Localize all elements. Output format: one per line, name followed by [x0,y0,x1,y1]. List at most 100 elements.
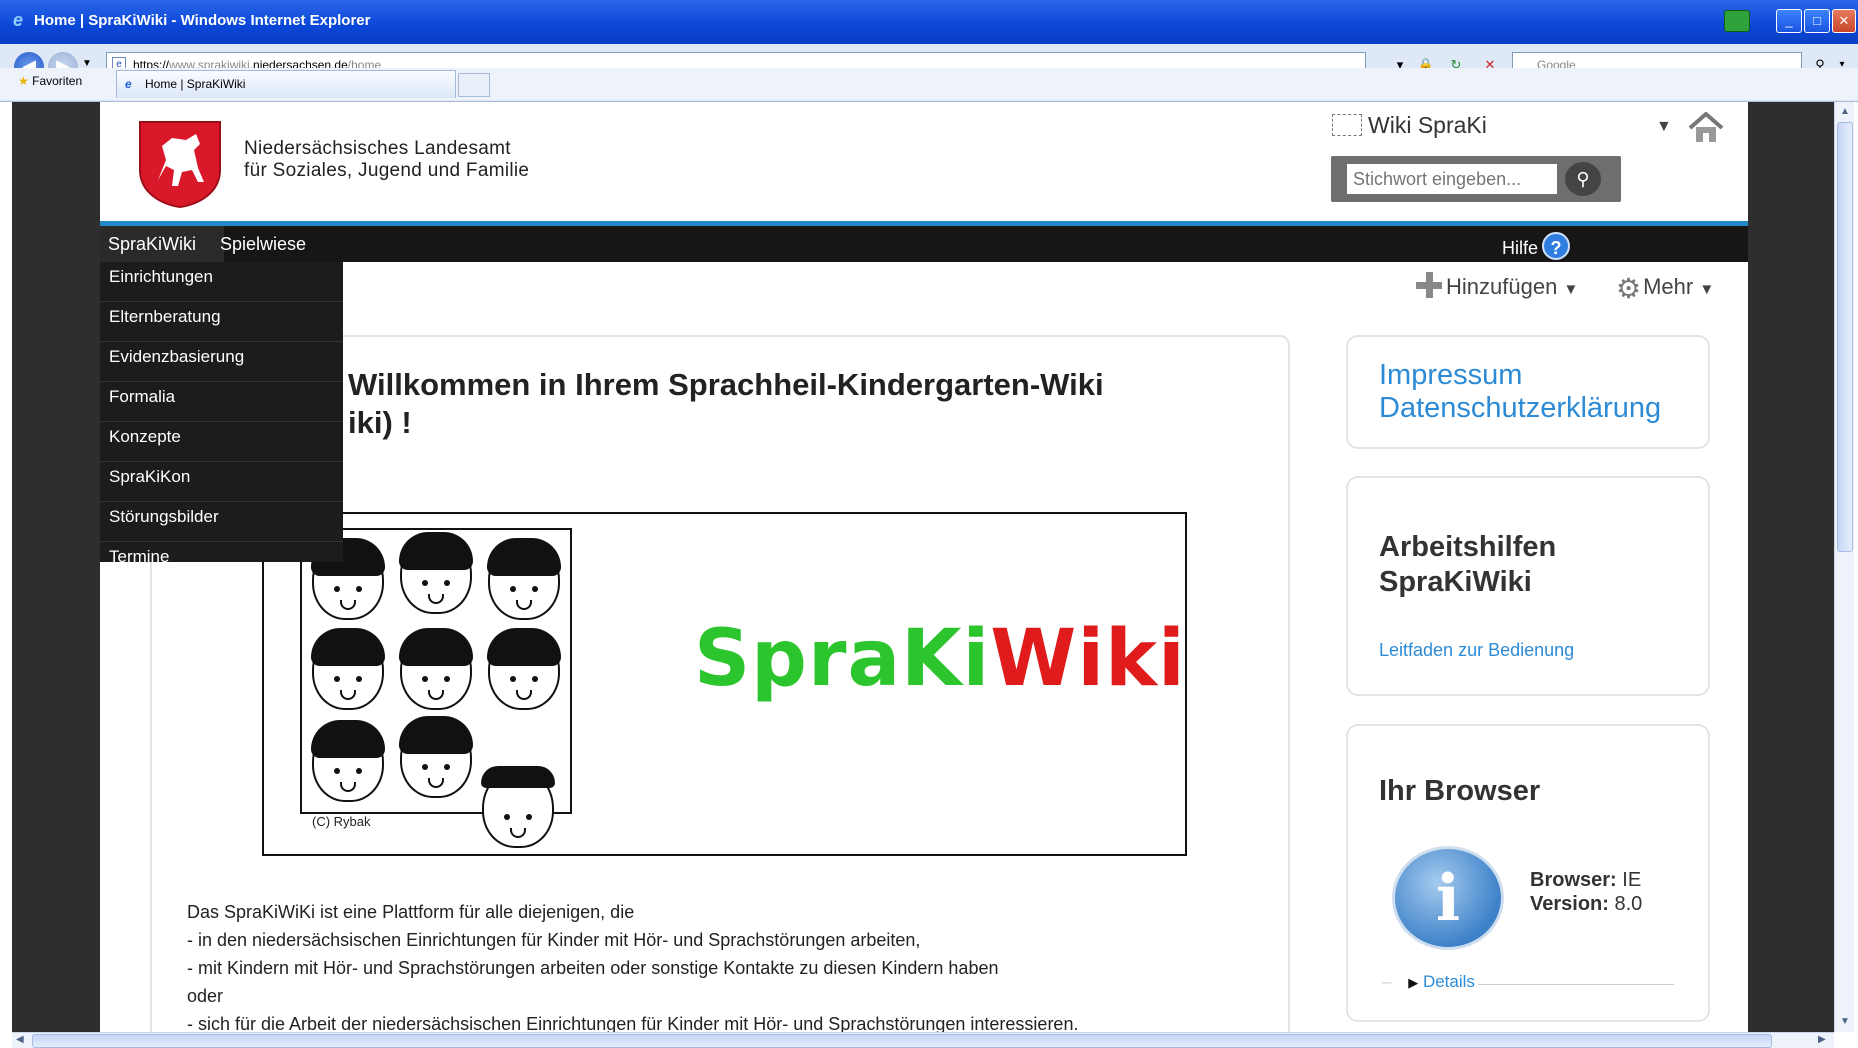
keyword-search-input[interactable] [1347,164,1557,194]
status-icon[interactable] [1724,10,1750,32]
new-tab-button[interactable] [458,73,490,97]
leitfaden-link[interactable]: Leitfaden zur Bedienung [1379,640,1708,661]
submenu-item-stoerungsbilder[interactable]: Störungsbilder [100,502,343,542]
wiki-icon [1332,114,1362,136]
submenu-item-sprakikon[interactable]: SpraKiKon [100,462,343,502]
menu-item-spielwiese[interactable]: Spielwiese [220,234,306,255]
maximize-button[interactable]: □ [1804,9,1830,33]
tab-home[interactable]: e Home | SpraKiWiki [116,70,456,98]
minimize-button[interactable]: _ [1776,9,1802,33]
help-icon: ? [1542,232,1571,260]
child-face [399,532,473,614]
details-line-left: – [1382,972,1392,991]
organization-name: Niedersächsisches Landesamt für Soziales… [244,138,529,182]
close-button[interactable]: ✕ [1832,9,1856,33]
org-line-1: Niedersächsisches Landesamt [244,138,511,159]
triangle-right-icon: ▶ [1408,975,1419,990]
horizontal-scroll-thumb[interactable] [32,1034,1772,1048]
add-dropdown-icon: ▼ [1563,281,1579,298]
vertical-scrollbar[interactable]: ▲ ▼ [1834,102,1854,1032]
intro-line: - sich für die Arbeit der niedersächsisc… [187,1014,1079,1032]
horizontal-scrollbar[interactable]: ◀ ▶ [12,1032,1834,1048]
vertical-scroll-thumb[interactable] [1837,122,1853,552]
more-label: Mehr [1643,274,1694,299]
page: Niedersächsisches Landesamt für Soziales… [100,102,1748,1032]
favorites-label: Favoriten [32,74,83,88]
submenu-item-termine[interactable]: Termine [100,542,343,582]
page-viewport: Niedersächsisches Landesamt für Soziales… [12,102,1834,1032]
browser-label: Browser: [1530,869,1617,891]
wiki-selector[interactable]: Wiki SpraKi [1332,112,1487,139]
intro-line: oder [187,986,224,1006]
tab-ie-icon: e [125,77,132,91]
intro-line: - in den niedersächsischen Einrichtungen… [187,930,921,950]
scroll-left-icon[interactable]: ◀ [16,1034,24,1045]
banner-credit: (C) Rybak [312,814,371,829]
page-title: Willkommen in Ihrem Sprachheil-Kindergar… [348,366,1248,442]
favorites-button[interactable]: ★ Favoriten [18,74,82,88]
scroll-up-icon[interactable]: ▲ [1840,106,1850,117]
home-icon[interactable] [1688,112,1724,144]
scroll-right-icon[interactable]: ▶ [1818,1034,1826,1045]
intro-line: - mit Kindern mit Hör- und Sprachstörung… [187,958,999,978]
help-button[interactable]: Hilfe? [1502,232,1571,260]
ie-icon: e [13,10,24,30]
child-face [487,628,561,710]
plus-icon [1416,272,1442,298]
datenschutz-link[interactable]: Datenschutzerklärung [1379,392,1708,425]
logo-green-part: SpraKi [694,614,991,704]
submenu-item-formalia[interactable]: Formalia [100,382,343,422]
logo-red-part: Wiki [990,614,1186,704]
browser-version-info: Browser: IE Version: 8.0 [1530,868,1642,916]
menu-item-sprakiwiki[interactable]: SpraKiWiki [100,226,225,262]
org-line-2: für Soziales, Jugend und Familie [244,160,530,181]
sprakiwiki-logo: SpraKiWiki [694,614,1186,704]
arbeitshilfen-card: Arbeitshilfen SpraKiWiki Leitfaden zur Be… [1346,476,1710,696]
sprakiwiki-banner: (C) Rybak SpraKiWiki [262,512,1187,856]
submenu-item-konzepte[interactable]: Konzepte [100,422,343,462]
scroll-down-icon[interactable]: ▼ [1840,1016,1850,1027]
window-titlebar: e Home | SpraKiWiki - Windows Internet E… [0,0,1858,44]
submenu-item-elternberatung[interactable]: Elternberatung [100,302,343,342]
browser-card: Ihr Browser i Browser: IE Version: 8.0 –… [1346,724,1710,1022]
main-menu: SpraKiWiki Spielwiese Hilfe? [100,226,1748,262]
impressum-link[interactable]: Impressum [1379,359,1708,392]
browser-title: Ihr Browser [1379,775,1541,807]
arbeitshilfen-title-2: SpraKiWiki [1379,566,1532,598]
child-face [311,628,385,710]
browser-value: IE [1622,869,1642,891]
more-button[interactable]: ⚙Mehr ▼ [1616,272,1714,305]
wiki-dropdown-icon[interactable]: ▼ [1656,118,1672,136]
window-title: Home | SpraKiWiki - Windows Internet Exp… [34,12,371,29]
child-face [399,628,473,710]
legal-links-card: Impressum Datenschutzerklärung [1346,335,1710,449]
submenu-item-einrichtungen[interactable]: Einrichtungen [100,262,343,302]
child-face [487,538,561,620]
help-label: Hilfe [1502,238,1539,258]
details-label: Details [1422,972,1475,991]
arbeitshilfen-title-1: Arbeitshilfen [1379,531,1557,563]
child-face [311,720,385,802]
intro-text: Das SpraKiWiKi ist eine Plattform für al… [187,898,1267,1032]
sprakiwiki-submenu: Einrichtungen Elternberatung Evidenzbasi… [100,262,343,566]
child-face [481,766,555,848]
add-label: Hinzufügen [1446,274,1558,299]
details-toggle[interactable]: – ▶ Details [1382,972,1674,992]
submenu-item-evidenzbasierung[interactable]: Evidenzbasierung [100,342,343,382]
wiki-search: ⚲ [1331,156,1621,202]
details-divider [1478,984,1674,985]
welcome-line-2: iki) ! [348,405,412,440]
welcome-line-1: Willkommen in Ihrem Sprachheil-Kindergar… [348,367,1104,402]
lower-saxony-shield-icon [139,121,221,208]
version-value: 8.0 [1614,893,1643,915]
info-icon: i [1392,846,1504,950]
tab-title: Home | SpraKiWiki [145,77,246,91]
gear-icon: ⚙ [1616,273,1642,304]
site-title: Wiki SpraKi [1368,112,1487,138]
search-button[interactable]: ⚲ [1565,162,1601,196]
more-dropdown-icon: ▼ [1699,281,1715,298]
add-button[interactable]: Hinzufügen ▼ [1416,272,1578,300]
arbeitshilfen-title: Arbeitshilfen SpraKiWiki [1379,530,1708,600]
favorites-bar: ★ Favoriten e Home | SpraKiWiki [0,68,1858,100]
child-face [399,716,473,798]
